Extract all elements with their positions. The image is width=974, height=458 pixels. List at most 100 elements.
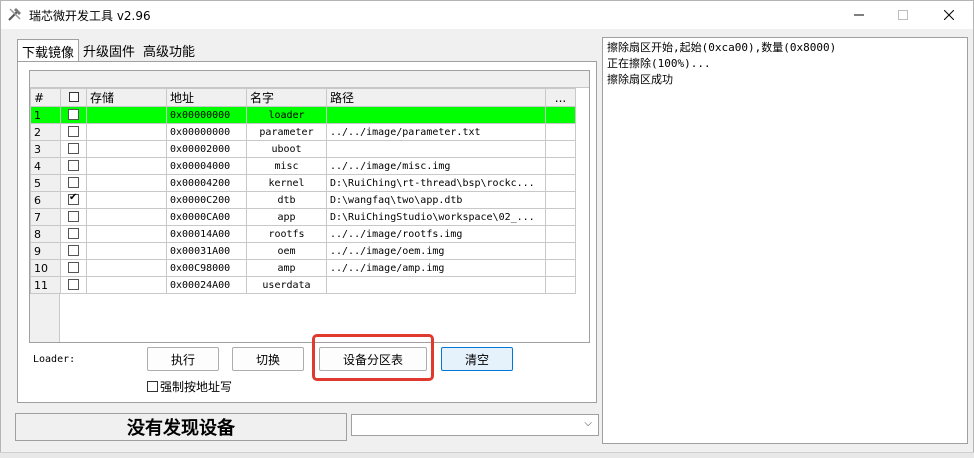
row-browse[interactable]: [545, 106, 576, 124]
table-row[interactable]: 10 0x00C98000 amp ../../image/amp.img: [30, 259, 576, 277]
execute-button[interactable]: 执行: [147, 347, 219, 371]
tab-download-image[interactable]: 下载镜像: [17, 39, 80, 62]
row-checkbox[interactable]: [60, 208, 87, 226]
row-path[interactable]: ../../image/rootfs.img: [326, 225, 546, 243]
row-storage: [86, 225, 167, 243]
row-address: 0x0000CA00: [166, 208, 247, 226]
table-row[interactable]: 6 0x0000C200dtbD:\wangfaq\two\app.dtb: [30, 191, 576, 209]
table-row[interactable]: 4 0x00004000 misc ../../image/misc.img: [30, 157, 576, 175]
row-path[interactable]: D:\RuiChing\rt-thread\bsp\rockc...: [326, 174, 546, 192]
table-row[interactable]: 9 0x00031A00 oem ../../image/oem.img: [30, 242, 576, 260]
maximize-button[interactable]: [881, 1, 925, 29]
switch-button[interactable]: 切换: [232, 347, 304, 371]
checkbox[interactable]: [68, 279, 79, 290]
force-address-write-checkbox[interactable]: 强制按地址写: [147, 378, 232, 395]
checkbox[interactable]: [68, 160, 79, 171]
checkbox[interactable]: [68, 245, 79, 256]
select-all-checkbox[interactable]: [68, 91, 79, 102]
row-checkbox[interactable]: [60, 259, 87, 277]
row-path[interactable]: [326, 106, 546, 124]
checkbox[interactable]: [68, 211, 79, 222]
col-address-header: 地址: [166, 88, 247, 107]
table-row[interactable]: 8 0x00014A00 rootfs ../../image/rootfs.img: [30, 225, 576, 243]
row-address: 0x00024A00: [166, 276, 247, 294]
row-browse[interactable]: [545, 242, 576, 260]
minimize-button[interactable]: [837, 1, 881, 29]
row-address: 0x00002000: [166, 140, 247, 158]
row-checkbox[interactable]: [60, 157, 87, 175]
row-checkbox[interactable]: [60, 140, 87, 158]
row-path[interactable]: ../../image/parameter.txt: [326, 123, 546, 141]
row-browse[interactable]: [545, 140, 576, 158]
row-index: 11: [30, 276, 61, 294]
row-storage: [86, 191, 167, 209]
grid-top-band: [30, 71, 589, 88]
row-path[interactable]: ../../image/amp.img: [326, 259, 546, 277]
checkbox[interactable]: [68, 126, 79, 137]
col-select-all-header[interactable]: [60, 88, 87, 107]
row-browse[interactable]: [545, 225, 576, 243]
checkbox[interactable]: [68, 143, 79, 154]
row-checkbox[interactable]: [60, 106, 87, 124]
partition-table: # 存储 地址 名字 路径 ... 1 0x00000000 loader 2 0x00…: [30, 88, 576, 294]
row-path[interactable]: [326, 276, 546, 294]
row-checkbox[interactable]: [60, 191, 87, 209]
row-browse[interactable]: [545, 208, 576, 226]
row-name: app: [246, 208, 327, 226]
row-browse[interactable]: [545, 259, 576, 277]
checkbox[interactable]: [68, 262, 79, 273]
table-row[interactable]: 3 0x00002000 uboot: [30, 140, 576, 158]
window-title: 瑞芯微开发工具 v2.96: [29, 9, 151, 23]
row-browse[interactable]: [545, 191, 576, 209]
row-storage: [86, 123, 167, 141]
row-index: 7: [30, 208, 61, 226]
clear-button[interactable]: 清空: [441, 347, 513, 371]
table-row[interactable]: 11 0x00024A00 userdata: [30, 276, 576, 294]
row-browse[interactable]: [545, 123, 576, 141]
checkbox[interactable]: [68, 193, 79, 205]
row-index: 6: [30, 191, 61, 209]
log-output[interactable]: 擦除扇区开始,起始(0xca00),数量(0x8000) 正在擦除(100%)..…: [602, 37, 968, 444]
table-row[interactable]: 5 0x00004200 kernel D:\RuiChing\rt-thread\b…: [30, 174, 576, 192]
row-path[interactable]: D:\wangfaq\two\app.dtb: [326, 191, 546, 209]
col-more-header[interactable]: ...: [545, 88, 576, 107]
device-select[interactable]: ⌵: [351, 414, 599, 436]
close-icon: [944, 10, 954, 20]
row-storage: [86, 242, 167, 260]
row-browse[interactable]: [545, 157, 576, 175]
row-checkbox[interactable]: [60, 225, 87, 243]
row-checkbox[interactable]: [60, 276, 87, 294]
close-button[interactable]: [927, 1, 971, 29]
row-path[interactable]: ../../image/misc.img: [326, 157, 546, 175]
table-row[interactable]: 1 0x00000000 loader: [30, 106, 576, 124]
table-header-row: # 存储 地址 名字 路径 ...: [30, 88, 576, 107]
row-checkbox[interactable]: [60, 242, 87, 260]
row-checkbox[interactable]: [60, 123, 87, 141]
row-checkbox[interactable]: [60, 174, 87, 192]
row-browse[interactable]: [545, 174, 576, 192]
table-row[interactable]: 2 0x00000000 parameter ../../image/paramete…: [30, 123, 576, 141]
row-name: dtb: [246, 191, 327, 209]
table-row[interactable]: 7 0x0000CA00 app D:\RuiChingStudio\workspac…: [30, 208, 576, 226]
minimize-icon: [854, 14, 864, 16]
row-name: rootfs: [246, 225, 327, 243]
annotation-highlight-box: [312, 334, 434, 381]
row-path[interactable]: D:\RuiChingStudio\workspace\02_...: [326, 208, 546, 226]
row-index: 1: [30, 106, 61, 124]
row-index: 5: [30, 174, 61, 192]
row-path[interactable]: [326, 140, 546, 158]
checkbox[interactable]: [68, 228, 79, 239]
row-name: loader: [246, 106, 327, 124]
row-index: 3: [30, 140, 61, 158]
row-path[interactable]: ../../image/oem.img: [326, 242, 546, 260]
checkbox[interactable]: [68, 109, 79, 120]
row-browse[interactable]: [545, 276, 576, 294]
force-address-checkbox-box[interactable]: [147, 381, 158, 392]
row-address: 0x00000000: [166, 123, 247, 141]
tab-advanced[interactable]: 高级功能: [139, 39, 199, 61]
row-index: 10: [30, 259, 61, 277]
checkbox[interactable]: [68, 177, 79, 188]
tab-upgrade-firmware[interactable]: 升级固件: [79, 39, 139, 61]
row-index: 4: [30, 157, 61, 175]
row-name: parameter: [246, 123, 327, 141]
